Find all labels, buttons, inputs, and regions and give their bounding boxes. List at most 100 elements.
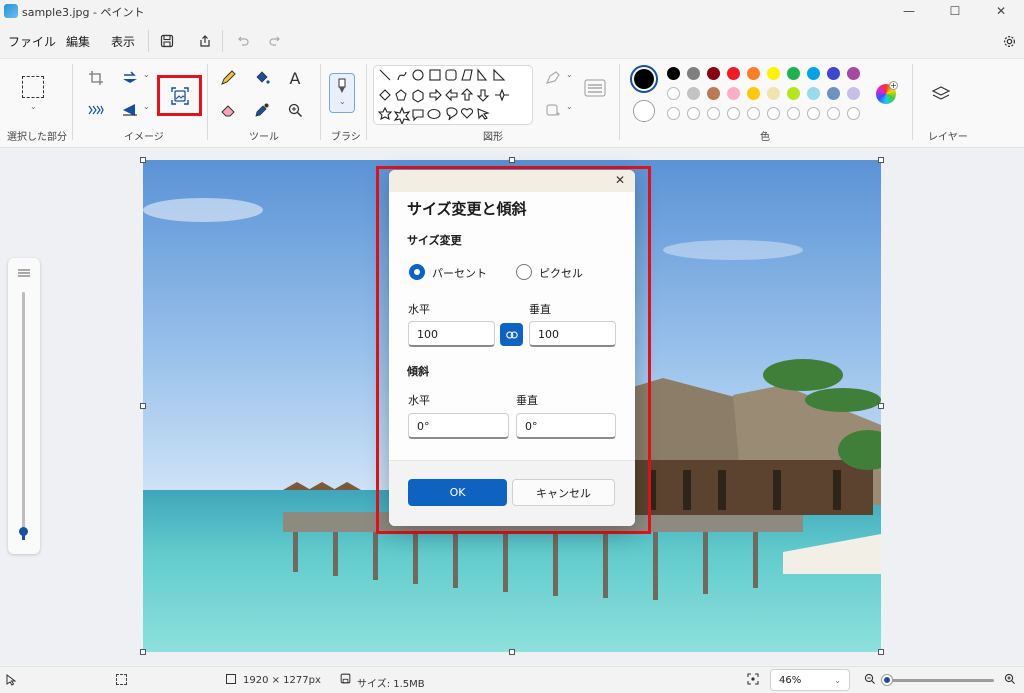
resize-handle[interactable] — [140, 157, 146, 163]
custom-color-slot[interactable] — [767, 107, 780, 120]
palette-color-swatch[interactable] — [707, 87, 720, 100]
rotate-icon — [123, 71, 137, 83]
shapes-gallery[interactable] — [373, 65, 533, 125]
save-icon — [340, 673, 351, 684]
zoom-in-button[interactable] — [1004, 673, 1016, 688]
resize-handle[interactable] — [509, 157, 515, 163]
pixel-radio[interactable] — [516, 264, 532, 280]
palette-color-swatch[interactable] — [727, 87, 740, 100]
resize-handle[interactable] — [140, 649, 146, 655]
palette-color-swatch[interactable] — [787, 87, 800, 100]
flip-button[interactable] — [118, 98, 142, 122]
crop-button[interactable] — [84, 66, 108, 90]
palette-color-swatch[interactable] — [667, 87, 680, 100]
custom-color-slot[interactable] — [847, 107, 860, 120]
skew-horizontal-input[interactable]: 0° — [408, 413, 509, 439]
eraser-icon — [221, 105, 235, 117]
resize-handle[interactable] — [140, 403, 146, 409]
custom-color-slot[interactable] — [807, 107, 820, 120]
brush-size-thumb[interactable] — [19, 527, 28, 536]
cancel-button[interactable]: キャンセル — [512, 479, 615, 506]
group-label-selection: 選択した部分 — [7, 132, 67, 143]
palette-color-swatch[interactable] — [807, 87, 820, 100]
resize-canvas-button[interactable] — [84, 98, 108, 122]
zoom-slider-track[interactable] — [882, 675, 994, 685]
redo-button[interactable] — [262, 28, 288, 54]
ok-button[interactable]: OK — [408, 479, 507, 506]
chevron-down-icon[interactable]: ⌄ — [143, 70, 150, 79]
horizontal-resize-input[interactable]: 100 — [408, 321, 495, 347]
shape-fill-button[interactable] — [541, 98, 565, 122]
pencil-button[interactable] — [216, 66, 240, 90]
palette-color-swatch[interactable] — [727, 67, 740, 80]
crop-icon — [89, 71, 103, 85]
custom-color-slot[interactable] — [747, 107, 760, 120]
fit-to-window-button[interactable] — [747, 673, 759, 688]
chevron-down-icon[interactable]: ⌄ — [566, 102, 573, 111]
palette-color-swatch[interactable] — [747, 87, 760, 100]
custom-color-slot[interactable] — [727, 107, 740, 120]
brush-size-track[interactable] — [22, 292, 25, 532]
menu-file[interactable]: ファイル — [8, 33, 56, 50]
fill-button[interactable] — [250, 66, 274, 90]
zoom-select[interactable]: 46% ⌄ — [770, 669, 850, 691]
palette-color-swatch[interactable] — [667, 67, 680, 80]
color-picker-button[interactable] — [250, 98, 274, 122]
undo-button[interactable] — [230, 28, 256, 54]
menu-edit[interactable]: 編集 — [66, 33, 90, 50]
maximize-button[interactable]: ☐ — [932, 0, 978, 22]
resize-handle[interactable] — [509, 649, 515, 655]
brush-button[interactable]: ⌄ — [329, 73, 355, 113]
rotate-button[interactable] — [118, 66, 142, 90]
layers-button[interactable] — [929, 82, 953, 106]
palette-color-swatch[interactable] — [827, 67, 840, 80]
skew-vertical-input[interactable]: 0° — [516, 413, 616, 439]
settings-button[interactable] — [996, 28, 1022, 54]
palette-color-swatch[interactable] — [847, 87, 860, 100]
save-button[interactable] — [154, 28, 180, 54]
minimize-button[interactable]: — — [886, 0, 932, 22]
zoom-out-button[interactable] — [864, 673, 876, 688]
custom-color-slot[interactable] — [687, 107, 700, 120]
select-tool-button[interactable] — [22, 76, 44, 98]
zoom-value: 46% — [779, 674, 802, 686]
outline-button[interactable] — [541, 66, 565, 90]
vertical-resize-input[interactable]: 100 — [529, 321, 616, 347]
palette-color-swatch[interactable] — [767, 67, 780, 80]
chevron-down-icon[interactable]: ⌄ — [566, 70, 573, 79]
chevron-down-icon[interactable]: ⌄ — [143, 102, 150, 111]
palette-color-swatch[interactable] — [687, 87, 700, 100]
chevron-down-icon[interactable]: ⌄ — [339, 97, 346, 106]
custom-color-slot[interactable] — [667, 107, 680, 120]
magnifier-button[interactable] — [283, 98, 307, 122]
palette-color-swatch[interactable] — [847, 67, 860, 80]
chevron-down-icon[interactable]: ⌄ — [30, 102, 37, 111]
resize-handle[interactable] — [878, 157, 884, 163]
palette-color-swatch[interactable] — [747, 67, 760, 80]
resize-and-skew-button[interactable] — [168, 84, 192, 108]
custom-color-slot[interactable] — [707, 107, 720, 120]
resize-handle[interactable] — [878, 649, 884, 655]
menu-view[interactable]: 表示 — [111, 33, 135, 50]
palette-color-swatch[interactable] — [807, 67, 820, 80]
share-button[interactable] — [192, 28, 218, 54]
palette-color-swatch[interactable] — [827, 87, 840, 100]
custom-color-slot[interactable] — [827, 107, 840, 120]
aspect-ratio-toggle[interactable] — [500, 323, 523, 346]
secondary-color-button[interactable] — [633, 100, 655, 122]
palette-color-swatch[interactable] — [787, 67, 800, 80]
palette-color-swatch[interactable] — [707, 67, 720, 80]
palette-color-swatch[interactable] — [687, 67, 700, 80]
eraser-button[interactable] — [216, 98, 240, 122]
close-dialog-button[interactable]: ✕ — [615, 173, 625, 187]
stroke-size-button[interactable] — [583, 76, 607, 100]
custom-color-slot[interactable] — [787, 107, 800, 120]
palette-color-swatch[interactable] — [767, 87, 780, 100]
ribbon-divider — [72, 64, 73, 140]
resize-handle[interactable] — [878, 403, 884, 409]
text-button[interactable]: A — [283, 66, 307, 90]
percent-radio[interactable] — [409, 264, 425, 280]
close-window-button[interactable]: ✕ — [978, 0, 1024, 22]
primary-color-button[interactable] — [630, 65, 658, 93]
edit-colors-button[interactable]: + — [876, 81, 898, 104]
